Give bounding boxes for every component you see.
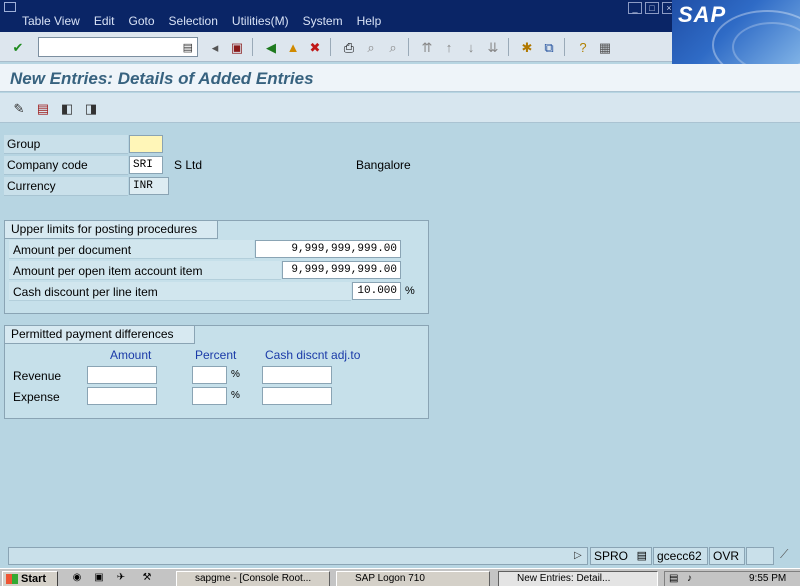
expense-percent-field[interactable] [192,387,227,405]
revenue-cash-discount-field[interactable] [262,366,332,384]
revenue-amount-field[interactable] [87,366,157,384]
amount-column-header: Amount [110,348,152,362]
menu-utilities[interactable]: Utilities(M) [232,14,289,28]
task-new-entries[interactable]: New Entries: Detail... [498,571,658,586]
application-toolbar: ✎ ▤ ◧ ◨ [0,93,800,123]
taskbar: Start ◉ ▣ ✈ ⚒ sapgme - [Console Root... … [0,568,800,586]
print-icon[interactable]: ⎙ [340,38,358,56]
amount-per-document-field[interactable]: 9,999,999,999.00 [255,240,401,258]
explorer-icon[interactable]: ▣ [92,572,106,584]
company-code-field[interactable]: SRI [129,156,163,174]
company-code-label: Company code [4,156,128,175]
currency-field: INR [129,177,169,195]
menu-system[interactable]: System [303,14,343,28]
display-change-icon[interactable]: ✎ [10,99,28,117]
status-expand-icon[interactable]: ▷ [574,550,582,561]
find-next-icon[interactable]: ⌕ [384,38,402,56]
last-page-icon[interactable]: ⇊ [484,38,502,56]
status-message [8,547,588,565]
back-icon[interactable]: ◀ [262,38,280,56]
tools-icon[interactable]: ⚒ [140,572,154,584]
maximize-icon[interactable]: □ [645,2,659,14]
previous-page-icon[interactable]: ↑ [440,38,458,56]
back-arrow-icon[interactable]: ◂ [206,38,224,56]
system-tray: ▤ ♪ 9:55 PM [664,571,800,586]
next-entry-icon[interactable]: ◨ [82,99,100,117]
enter-icon[interactable]: ✔ [9,38,27,56]
sap-logo-text: SAP [678,2,727,27]
menu-goto[interactable]: Goto [129,14,155,28]
amount-per-document-label: Amount per document [13,243,132,257]
title-bar: New Entries: Details of Added Entries [0,64,800,92]
next-page-icon[interactable]: ↓ [462,38,480,56]
previous-entry-icon[interactable]: ◧ [58,99,76,117]
command-field[interactable]: ▤ [38,37,198,57]
windows-flag-icon [6,574,18,584]
cancel-icon[interactable]: ✖ [306,38,324,56]
menu-list: Table View Edit Goto Selection Utilities… [22,14,395,28]
revenue-percent-unit: % [231,369,240,380]
cash-discount-label: Cash discount per line item [13,285,158,299]
layout-icon[interactable]: ▦ [596,38,614,56]
payment-differences-title: Permitted payment differences [5,326,195,344]
create-session-icon[interactable]: ✱ [518,38,536,56]
resize-grip-icon[interactable]: ⟋ [780,547,788,562]
currency-label: Currency [4,177,128,196]
standard-toolbar: ✔ ▤ ◂ ▣ ◀ ▲ ✖ ⎙ ⌕ ⌕ ⇈ ↑ ↓ ⇊ ✱ ⧉ ? ▦ [0,32,672,62]
menu-table-view[interactable]: Table View [22,14,80,28]
find-icon[interactable]: ⌕ [362,38,380,56]
status-transaction: SPRO ▤ [590,547,652,565]
cash-discount-unit: % [405,285,415,297]
status-transaction-code: SPRO [594,549,629,563]
clock: 9:55 PM [749,573,787,584]
expense-percent-unit: % [231,390,240,401]
company-name: S Ltd [174,158,203,172]
sap-logo: SAP [672,0,800,64]
cash-discount-adj-column-header: Cash discnt adj.to [265,348,361,362]
company-city: Bangalore [356,158,411,172]
command-dropdown-icon[interactable]: ▤ [183,41,193,54]
save-icon[interactable]: ▣ [228,38,246,56]
percent-column-header: Percent [195,348,237,362]
status-server: gcecc62 [653,547,708,565]
upper-limits-title: Upper limits for posting procedures [5,221,219,239]
ie-icon[interactable]: ◉ [70,572,84,584]
start-button[interactable]: Start [2,571,58,586]
expense-label: Expense [13,390,60,404]
task-sapgme[interactable]: sapgme - [Console Root... [176,571,330,586]
expense-amount-field[interactable] [87,387,157,405]
menu-selection[interactable]: Selection [169,14,218,28]
system-menu-icon[interactable] [4,2,16,12]
delete-icon[interactable]: ▤ [34,99,52,117]
group-field[interactable] [129,135,163,153]
page-title: New Entries: Details of Added Entries [10,69,314,88]
first-page-icon[interactable]: ⇈ [418,38,436,56]
quicklaunch-icon[interactable]: ✈ [114,572,128,584]
status-empty-cell [746,547,774,565]
cash-discount-field[interactable]: 10.000 [352,282,401,300]
menu-help[interactable]: Help [357,14,382,28]
revenue-label: Revenue [13,369,62,383]
shortcut-icon[interactable]: ⧉ [540,38,558,56]
task-sap-logon[interactable]: SAP Logon 710 [336,571,490,586]
amount-per-open-item-field[interactable]: 9,999,999,999.00 [282,261,401,279]
group-label: Group [4,135,128,154]
amount-per-open-item-label: Amount per open item account item [13,264,203,278]
help-icon[interactable]: ? [574,38,592,56]
menu-edit[interactable]: Edit [94,14,115,28]
status-mode[interactable]: OVR [709,547,745,565]
session-info-icon[interactable]: ▤ [637,548,647,564]
window-controls: _ □ × [628,2,676,14]
minimize-icon[interactable]: _ [628,2,642,14]
expense-cash-discount-field[interactable] [262,387,332,405]
volume-icon[interactable]: ♪ [687,572,692,586]
status-bar: ▷ SPRO ▤ gcecc62 OVR ⟋ [0,545,800,567]
exit-icon[interactable]: ▲ [284,38,302,56]
tray-icon[interactable]: ▤ [669,572,678,586]
revenue-percent-field[interactable] [192,366,227,384]
start-label: Start [21,573,47,585]
